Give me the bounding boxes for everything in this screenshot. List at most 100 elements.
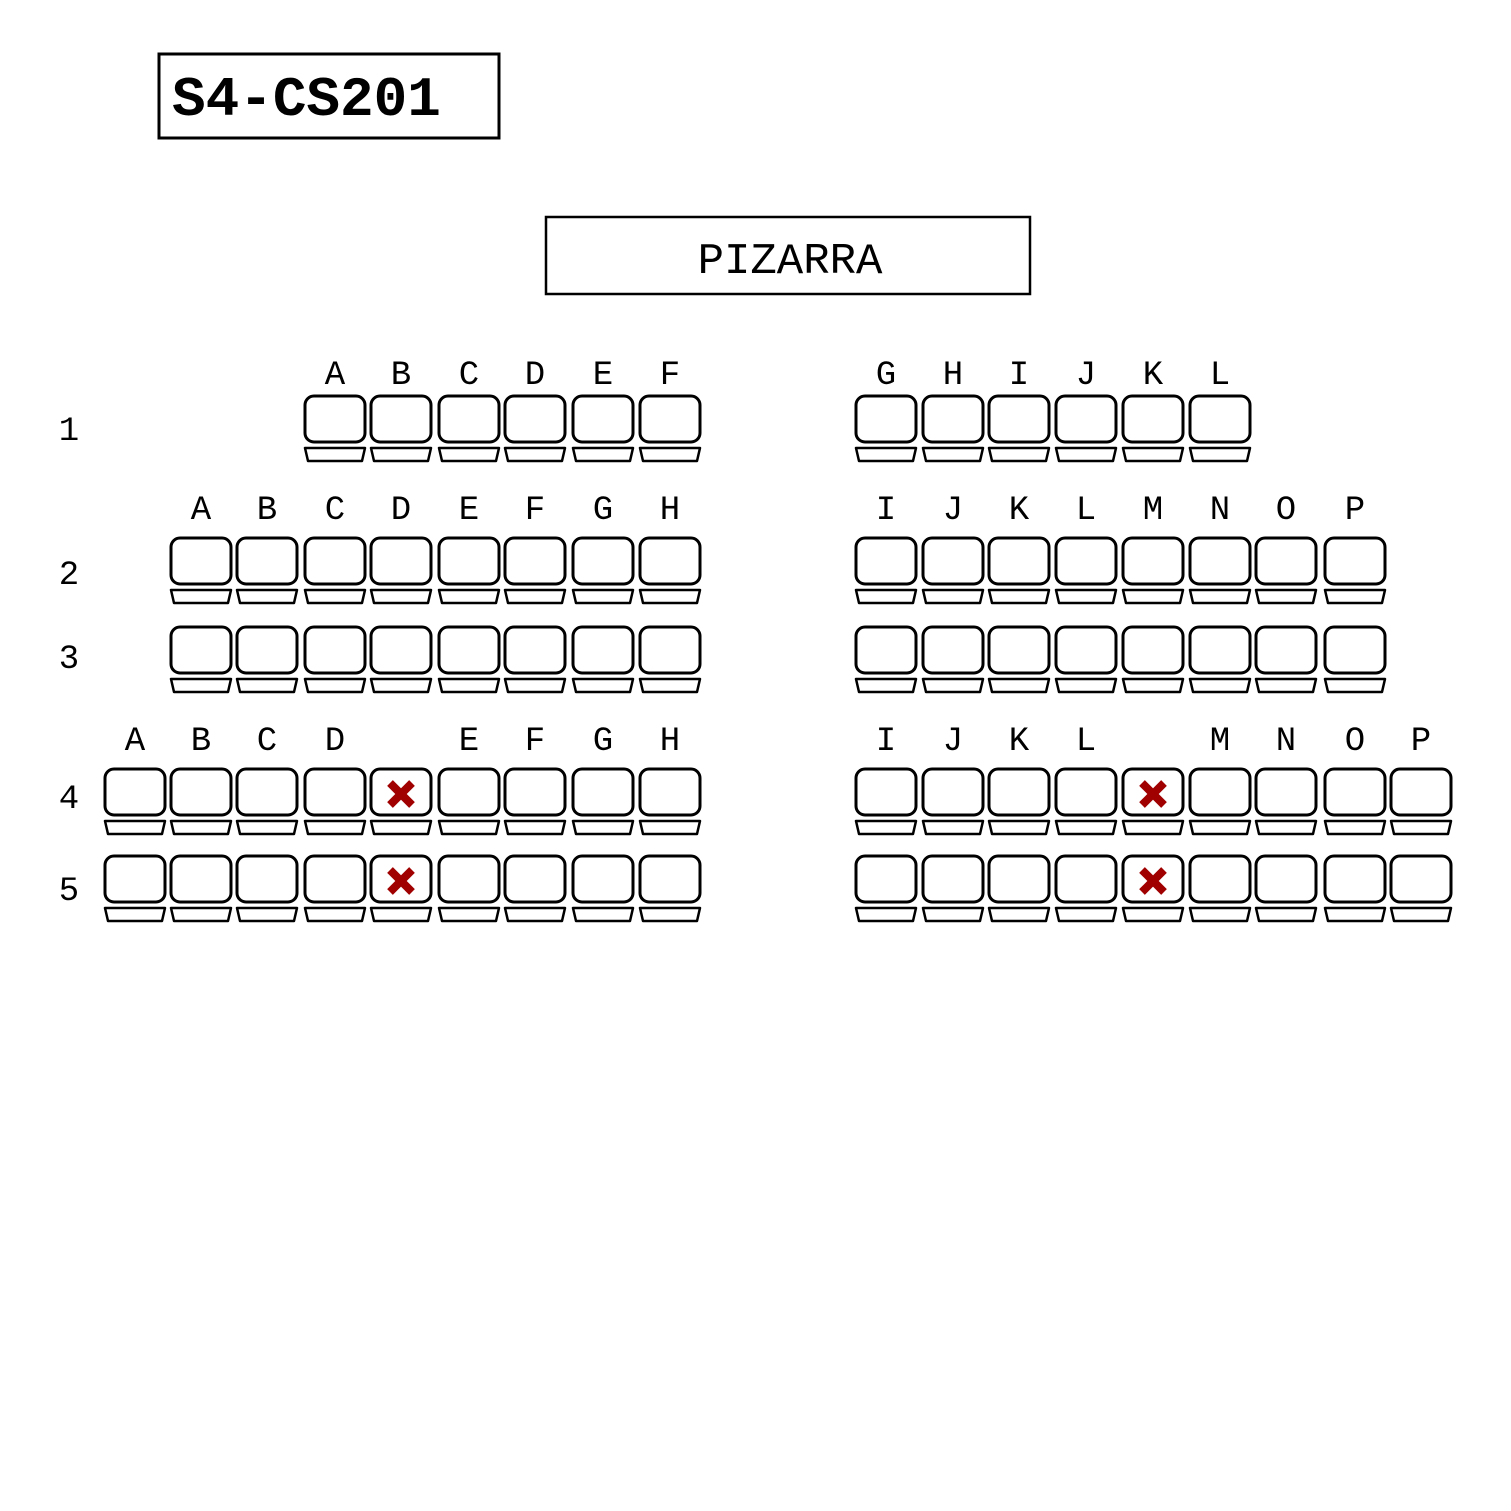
seat[interactable] — [303, 625, 367, 694]
seat[interactable] — [1188, 854, 1252, 923]
seat[interactable] — [1389, 767, 1453, 836]
seat[interactable] — [503, 767, 567, 836]
seat[interactable] — [571, 854, 635, 923]
seat[interactable] — [103, 854, 167, 923]
seat-base — [854, 446, 918, 463]
seat[interactable] — [437, 767, 501, 836]
seat-base — [303, 588, 367, 605]
seat[interactable] — [103, 767, 167, 836]
seat[interactable] — [1121, 394, 1185, 463]
seat[interactable] — [303, 767, 367, 836]
seat[interactable] — [921, 625, 985, 694]
seat-back — [987, 767, 1051, 817]
seat[interactable] — [987, 767, 1051, 836]
seat[interactable] — [303, 854, 367, 923]
seat-base — [571, 446, 635, 463]
seat-base — [169, 819, 233, 836]
seat[interactable] — [369, 394, 433, 463]
seat[interactable] — [1054, 767, 1118, 836]
seat-letter: L — [1076, 723, 1096, 761]
seat[interactable] — [369, 854, 433, 923]
seat[interactable] — [235, 536, 299, 605]
seat[interactable] — [638, 767, 702, 836]
seat[interactable] — [437, 625, 501, 694]
seat[interactable] — [921, 536, 985, 605]
seat[interactable] — [854, 767, 918, 836]
seat[interactable] — [571, 767, 635, 836]
seat-base — [369, 819, 433, 836]
seat[interactable] — [1054, 625, 1118, 694]
seat[interactable] — [437, 536, 501, 605]
seat[interactable] — [303, 394, 367, 463]
seat[interactable] — [1121, 854, 1185, 923]
seat-letter: L — [1210, 357, 1230, 395]
seat-base — [235, 906, 299, 923]
seat[interactable] — [1054, 394, 1118, 463]
seat[interactable] — [503, 394, 567, 463]
seat[interactable] — [987, 625, 1051, 694]
seat[interactable] — [571, 394, 635, 463]
seat[interactable] — [303, 536, 367, 605]
seat[interactable] — [1121, 625, 1185, 694]
seat[interactable] — [921, 394, 985, 463]
seat[interactable] — [1254, 625, 1318, 694]
seat[interactable] — [1188, 767, 1252, 836]
seat[interactable] — [1389, 854, 1453, 923]
row-number: 3 — [59, 641, 79, 679]
seat[interactable] — [1323, 536, 1387, 605]
seat[interactable] — [503, 854, 567, 923]
seat[interactable] — [1254, 767, 1318, 836]
seat-back — [1254, 767, 1318, 817]
seat[interactable] — [169, 625, 233, 694]
seat[interactable] — [437, 394, 501, 463]
seat-letter: I — [1009, 357, 1029, 395]
seat[interactable] — [1323, 625, 1387, 694]
seat[interactable] — [854, 536, 918, 605]
seat-base — [1188, 588, 1252, 605]
seat[interactable] — [503, 536, 567, 605]
seat[interactable] — [638, 394, 702, 463]
seat[interactable] — [854, 854, 918, 923]
seat[interactable] — [1188, 394, 1252, 463]
seat[interactable] — [638, 854, 702, 923]
seat[interactable] — [1254, 854, 1318, 923]
seat[interactable] — [921, 767, 985, 836]
seat[interactable] — [854, 394, 918, 463]
seat[interactable] — [987, 854, 1051, 923]
seat[interactable] — [1323, 767, 1387, 836]
seat[interactable] — [437, 854, 501, 923]
seat[interactable] — [1254, 536, 1318, 605]
seat-base — [638, 819, 702, 836]
seat[interactable] — [571, 536, 635, 605]
seat[interactable] — [987, 394, 1051, 463]
seat[interactable] — [169, 854, 233, 923]
seat[interactable] — [169, 767, 233, 836]
seat[interactable] — [1188, 536, 1252, 605]
seat[interactable] — [369, 767, 433, 836]
seat-back — [1121, 625, 1185, 675]
seat[interactable] — [169, 536, 233, 605]
seat-base — [854, 677, 918, 694]
seat[interactable] — [1121, 536, 1185, 605]
seat[interactable] — [571, 625, 635, 694]
seat[interactable] — [1054, 854, 1118, 923]
seat[interactable] — [235, 625, 299, 694]
seat[interactable] — [369, 536, 433, 605]
seat-base — [437, 906, 501, 923]
seat[interactable] — [854, 625, 918, 694]
seat[interactable] — [638, 625, 702, 694]
seat-back — [303, 625, 367, 675]
seat[interactable] — [369, 625, 433, 694]
seat[interactable] — [1054, 536, 1118, 605]
seat[interactable] — [987, 536, 1051, 605]
seat[interactable] — [235, 854, 299, 923]
seat[interactable] — [1188, 625, 1252, 694]
seat[interactable] — [235, 767, 299, 836]
seat-back — [638, 767, 702, 817]
seat-letter: C — [257, 723, 277, 761]
seat[interactable] — [1323, 854, 1387, 923]
seat[interactable] — [638, 536, 702, 605]
seat[interactable] — [503, 625, 567, 694]
seat[interactable] — [921, 854, 985, 923]
seat[interactable] — [1121, 767, 1185, 836]
